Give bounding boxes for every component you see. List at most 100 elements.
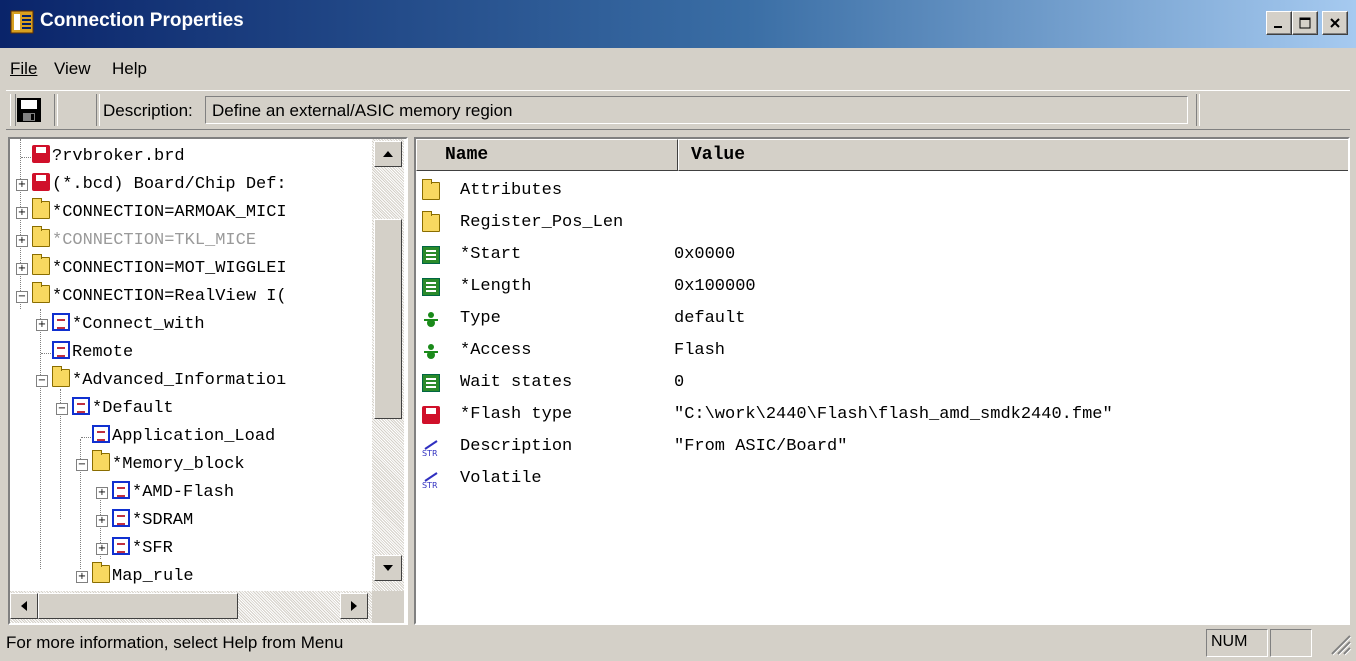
save-button[interactable] [14,95,44,125]
tree-item[interactable]: Application_Load [76,423,275,451]
num-lock-indicator: NUM [1206,629,1268,657]
tree-item-label: *CONNECTION=TKL_MICE [52,231,257,250]
property-row[interactable]: *Start 0x0000 [416,239,1346,271]
property-row[interactable]: Wait states 0 [416,367,1346,399]
status-text: For more information, select Help from M… [6,633,344,652]
collapse-icon[interactable]: − [56,403,68,415]
close-button[interactable] [1322,11,1348,35]
scroll-down-button[interactable] [374,555,402,581]
folder-icon [32,198,50,219]
scrollbar-corner [372,591,404,623]
property-name: Volatile [460,469,542,488]
column-header-value[interactable]: Value [678,139,1348,171]
svg-text:STR: STR [422,481,438,489]
status-indicator-empty [1270,629,1312,657]
tree-vertical-scrollbar[interactable] [372,139,404,597]
app-icon[interactable] [10,10,34,34]
scroll-left-button[interactable] [10,593,38,619]
vertical-scroll-thumb[interactable] [374,219,402,419]
property-row[interactable]: Attributes [416,175,1346,207]
property-row[interactable]: STR Volatile [416,463,1346,495]
menu-file[interactable]: File [10,59,37,79]
numeric-icon [422,374,440,392]
expand-icon[interactable]: + [96,543,108,555]
tree-item[interactable]: + *SDRAM [96,507,193,535]
document-edit-icon [112,481,130,499]
tree-item-label: *Connect_with [72,315,205,334]
menu-file-label: File [10,59,38,78]
folder-icon [422,179,440,200]
expand-icon[interactable]: + [36,319,48,331]
maximize-button[interactable] [1292,11,1318,35]
expand-icon[interactable]: + [96,515,108,527]
toolbar-separator [1196,94,1200,126]
property-value: "From ASIC/Board" [674,437,848,456]
property-name: Attributes [460,181,563,200]
tree-item[interactable]: + *AMD-Flash [96,479,234,507]
tree-item[interactable]: − *CONNECTION=RealView I( [16,282,287,311]
expand-icon[interactable]: + [16,235,28,247]
toolbar-separator [96,94,100,126]
collapse-icon[interactable]: − [76,459,88,471]
column-header-name[interactable]: Name [416,139,678,171]
document-icon [52,313,70,331]
disk-icon [32,145,50,163]
resize-grip[interactable] [1326,630,1352,656]
save-icon [17,98,41,122]
property-row[interactable]: Register_Pos_Len [416,207,1346,239]
collapse-icon[interactable]: − [36,375,48,387]
tree-item[interactable]: + (*.bcd) Board/Chip Def: [16,171,287,199]
tree-item[interactable]: + *SFR [96,535,173,563]
properties-list[interactable]: Name Value Attributes Register_Pos_Len *St… [414,137,1350,625]
folder-icon [32,226,50,247]
tree-item-label: *Advanced_Informatioı [72,371,287,390]
document-icon [72,397,90,415]
tree-item[interactable]: + Map_rule [76,562,194,591]
scroll-up-button[interactable] [374,141,402,167]
property-value: Flash [674,341,726,360]
tree-item-label: *CONNECTION=MOT_WIGGLEI [52,259,287,278]
collapse-icon[interactable]: − [16,291,28,303]
tree-item[interactable]: Remote [36,339,133,367]
property-row[interactable]: STR Description "From ASIC/Board" [416,431,1346,463]
column-header-value-label: Value [691,145,746,165]
menu-help[interactable]: Help [112,59,147,79]
string-icon: STR [422,438,440,458]
property-value: "C:\work\2440\Flash\flash_amd_smdk2440.f… [674,405,1113,424]
expand-icon[interactable]: + [16,263,28,275]
property-value: 0x0000 [674,245,736,264]
tree-item[interactable]: − *Default [56,395,174,423]
tree-item[interactable]: + *Connect_with [36,311,205,339]
property-name: Type [460,309,501,328]
tree-item[interactable]: ?rvbroker.brd [16,143,185,171]
expand-icon[interactable]: + [96,487,108,499]
tree-horizontal-scrollbar[interactable] [10,591,372,623]
tree-item[interactable]: + *CONNECTION=TKL_MICE [16,226,257,255]
expand-icon[interactable]: + [16,179,28,191]
property-name: Description [460,437,573,456]
expand-icon[interactable]: + [76,571,88,583]
property-row[interactable]: *Access Flash [416,335,1346,367]
tree-item-label: *SDRAM [132,511,194,530]
property-name: *Flash type [460,405,573,424]
minimize-button[interactable] [1266,11,1292,35]
document-icon [92,425,110,443]
tree-item[interactable]: − *Memory_block [76,450,245,479]
menu-view[interactable]: View [54,59,91,79]
property-row[interactable]: *Flash type "C:\work\2440\Flash\flash_amd… [416,399,1346,431]
tree-view[interactable]: ?rvbroker.brd + (*.bcd) Board/Chip Def: + *C… [8,137,408,625]
enum-icon [422,342,440,360]
property-row[interactable]: Type default [416,303,1346,335]
menu-help-label: Help [112,59,147,78]
property-value: 0x100000 [674,277,756,296]
document-icon [52,341,70,359]
tree-item[interactable]: − *Advanced_Informatioı [36,366,287,395]
description-field[interactable]: Define an external/ASIC memory region [205,96,1188,124]
expand-icon[interactable]: + [16,207,28,219]
horizontal-scroll-thumb[interactable] [38,593,238,619]
property-row[interactable]: *Length 0x100000 [416,271,1346,303]
scroll-right-button[interactable] [340,593,368,619]
num-lock-label: NUM [1211,633,1248,650]
tree-item[interactable]: + *CONNECTION=MOT_WIGGLEI [16,254,287,283]
tree-item[interactable]: + *CONNECTION=ARMOAK_MICI [16,198,287,227]
